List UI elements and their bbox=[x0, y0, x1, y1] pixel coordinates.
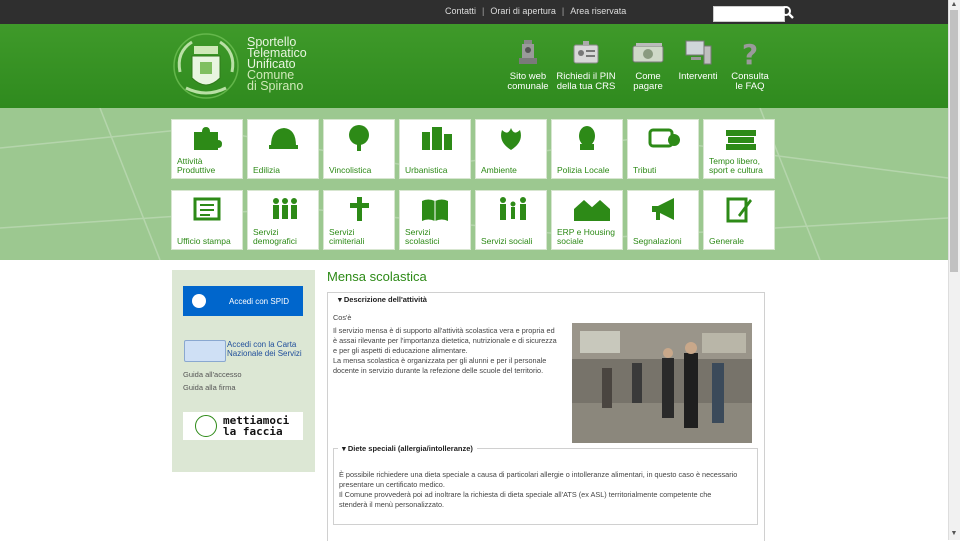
page-title: Mensa scolastica bbox=[327, 269, 427, 284]
family-icon bbox=[500, 197, 526, 220]
special-diets-text: È possibile richiedere una dieta special… bbox=[339, 470, 738, 509]
nav-label: le FAQ bbox=[735, 81, 765, 92]
tile-segnalazioni[interactable]: Segnalazioni bbox=[627, 190, 699, 250]
crs-login-button[interactable]: Accedi con la Carta Nazionale dei Servizi bbox=[184, 335, 304, 365]
search-icon[interactable] bbox=[780, 5, 794, 19]
scroll-down-icon[interactable]: ▼ bbox=[950, 530, 958, 538]
tile-generale[interactable]: Generale bbox=[703, 190, 775, 250]
puzzle-icon bbox=[194, 127, 222, 150]
access-guide-link[interactable]: Guida all'accesso bbox=[183, 370, 242, 379]
nav-faq[interactable]: ? Consulta le FAQ bbox=[720, 38, 780, 92]
tile-edilizia[interactable]: Edilizia bbox=[247, 119, 319, 179]
municipal-crest-icon[interactable] bbox=[172, 32, 240, 100]
tile-label: Ambiente bbox=[481, 164, 517, 175]
cross-icon bbox=[350, 197, 369, 221]
banner-text: mettiamoci la faccia bbox=[223, 414, 290, 438]
tile-erp-housing[interactable]: ERP e Housing sociale bbox=[551, 190, 623, 250]
tile-ambiente[interactable]: Ambiente bbox=[475, 119, 547, 179]
spid-login-button[interactable]: Accedi con SPID bbox=[183, 286, 303, 316]
tile-servizi-scolastici[interactable]: Servizi scolastici bbox=[399, 190, 471, 250]
tile-label: Tributi bbox=[633, 164, 657, 175]
nav-label: della tua CRS bbox=[556, 81, 616, 92]
banknote-icon bbox=[632, 43, 664, 63]
tile-label: Generale bbox=[709, 235, 744, 246]
tile-vincolistica[interactable]: Vincolistica bbox=[323, 119, 395, 179]
tile-label: Vincolistica bbox=[329, 164, 372, 175]
italian-republic-emblem-icon bbox=[195, 415, 217, 437]
mettiamoci-la-faccia-banner[interactable]: mettiamoci la faccia bbox=[183, 412, 303, 440]
tile-label: Edilizia bbox=[253, 164, 280, 175]
tile-label: ERP e Housing sociale bbox=[557, 227, 615, 246]
nav-interventions[interactable]: Interventi bbox=[668, 38, 728, 82]
tile-urbanistica[interactable]: Urbanistica bbox=[399, 119, 471, 179]
tile-label: Servizi sociali bbox=[481, 235, 533, 246]
police-cap-icon bbox=[579, 126, 595, 150]
tile-ufficio-stampa[interactable]: Ufficio stampa bbox=[171, 190, 243, 250]
tile-attivita-produttive[interactable]: Attività Produttive bbox=[171, 119, 243, 179]
nav-label: pagare bbox=[633, 81, 663, 92]
helmet-icon bbox=[269, 128, 298, 149]
tile-label: Urbanistica bbox=[405, 164, 448, 175]
tile-label: Ufficio stampa bbox=[177, 235, 231, 246]
top-links: Contatti | Orari di apertura | Area riservat… bbox=[445, 6, 626, 16]
tile-tributi[interactable]: Tributi bbox=[627, 119, 699, 179]
school-canteen-photo bbox=[572, 323, 752, 443]
computer-icon bbox=[685, 40, 712, 65]
leaf-icon bbox=[501, 128, 521, 150]
books-icon bbox=[726, 130, 756, 150]
intro-text: Cos'è bbox=[333, 313, 352, 322]
nav-municipal-website[interactable]: Sito web comunale bbox=[498, 38, 558, 92]
spid-label: Accedi con SPID bbox=[229, 297, 290, 306]
nav-request-pin[interactable]: Richiedi il PIN della tua CRS bbox=[556, 38, 616, 92]
pen-paper-icon bbox=[726, 197, 752, 223]
separator: | bbox=[561, 6, 565, 16]
tile-tempo-libero[interactable]: Tempo libero, sport e cultura bbox=[703, 119, 775, 179]
opening-hours-link[interactable]: Orari di apertura bbox=[490, 6, 556, 16]
urban-blocks-icon bbox=[422, 127, 452, 150]
open-book-icon bbox=[422, 199, 448, 221]
nav-label: comunale bbox=[507, 81, 549, 92]
svg-text:?: ? bbox=[742, 38, 758, 68]
signature-guide-link[interactable]: Guida alla firma bbox=[183, 383, 236, 392]
tile-servizi-demografici[interactable]: Servizi demografici bbox=[247, 190, 319, 250]
site-header bbox=[0, 24, 948, 108]
description-paragraph: Il servizio mensa è di supporto all'atti… bbox=[333, 326, 557, 375]
crs-label: Accedi con la Carta Nazionale dei Servizi bbox=[227, 340, 302, 358]
tile-polizia-locale[interactable]: Polizia Locale bbox=[551, 119, 623, 179]
tile-label: Servizi cimiteriali bbox=[329, 227, 365, 246]
houses-icon bbox=[574, 200, 610, 221]
site-brand[interactable]: Sportello Telematico Unificato Comune di… bbox=[247, 36, 307, 93]
tile-label: Attività Produttive bbox=[177, 156, 216, 175]
tile-label: Tempo libero, sport e cultura bbox=[709, 156, 763, 175]
tile-label: Polizia Locale bbox=[557, 164, 610, 175]
crs-card-icon bbox=[184, 340, 226, 362]
tile-servizi-cimiteriali[interactable]: Servizi cimiteriali bbox=[323, 190, 395, 250]
tile-servizi-sociali[interactable]: Servizi sociali bbox=[475, 190, 547, 250]
contacts-link[interactable]: Contatti bbox=[445, 6, 476, 16]
newspaper-icon bbox=[193, 197, 221, 221]
reserved-area-link[interactable]: Area riservata bbox=[570, 6, 626, 16]
id-badge-icon bbox=[573, 41, 599, 64]
map-background bbox=[0, 108, 948, 260]
scrollbar-thumb[interactable] bbox=[950, 10, 958, 272]
people-icon bbox=[273, 198, 297, 219]
brand-town: di Spirano bbox=[247, 79, 304, 93]
municipal-building-icon bbox=[519, 40, 537, 64]
separator: | bbox=[482, 6, 485, 16]
question-mark-icon: ? bbox=[742, 38, 758, 68]
megaphone-icon bbox=[652, 198, 674, 220]
scroll-up-icon[interactable]: ▲ bbox=[950, 1, 958, 9]
search-input[interactable] bbox=[713, 6, 785, 22]
tile-label: Servizi scolastici bbox=[405, 227, 440, 246]
special-diets-toggle[interactable]: ▾ Diete speciali (allergia/intolleranze) bbox=[338, 444, 477, 453]
spid-user-icon bbox=[192, 294, 206, 308]
tile-label: Segnalazioni bbox=[633, 235, 682, 246]
money-icon bbox=[648, 128, 680, 148]
activity-description-toggle[interactable]: ▾ Descrizione dell'attività bbox=[334, 295, 431, 304]
tile-label: Servizi demografici bbox=[253, 227, 297, 246]
tree-icon bbox=[349, 125, 369, 151]
nav-label: Interventi bbox=[678, 71, 718, 82]
